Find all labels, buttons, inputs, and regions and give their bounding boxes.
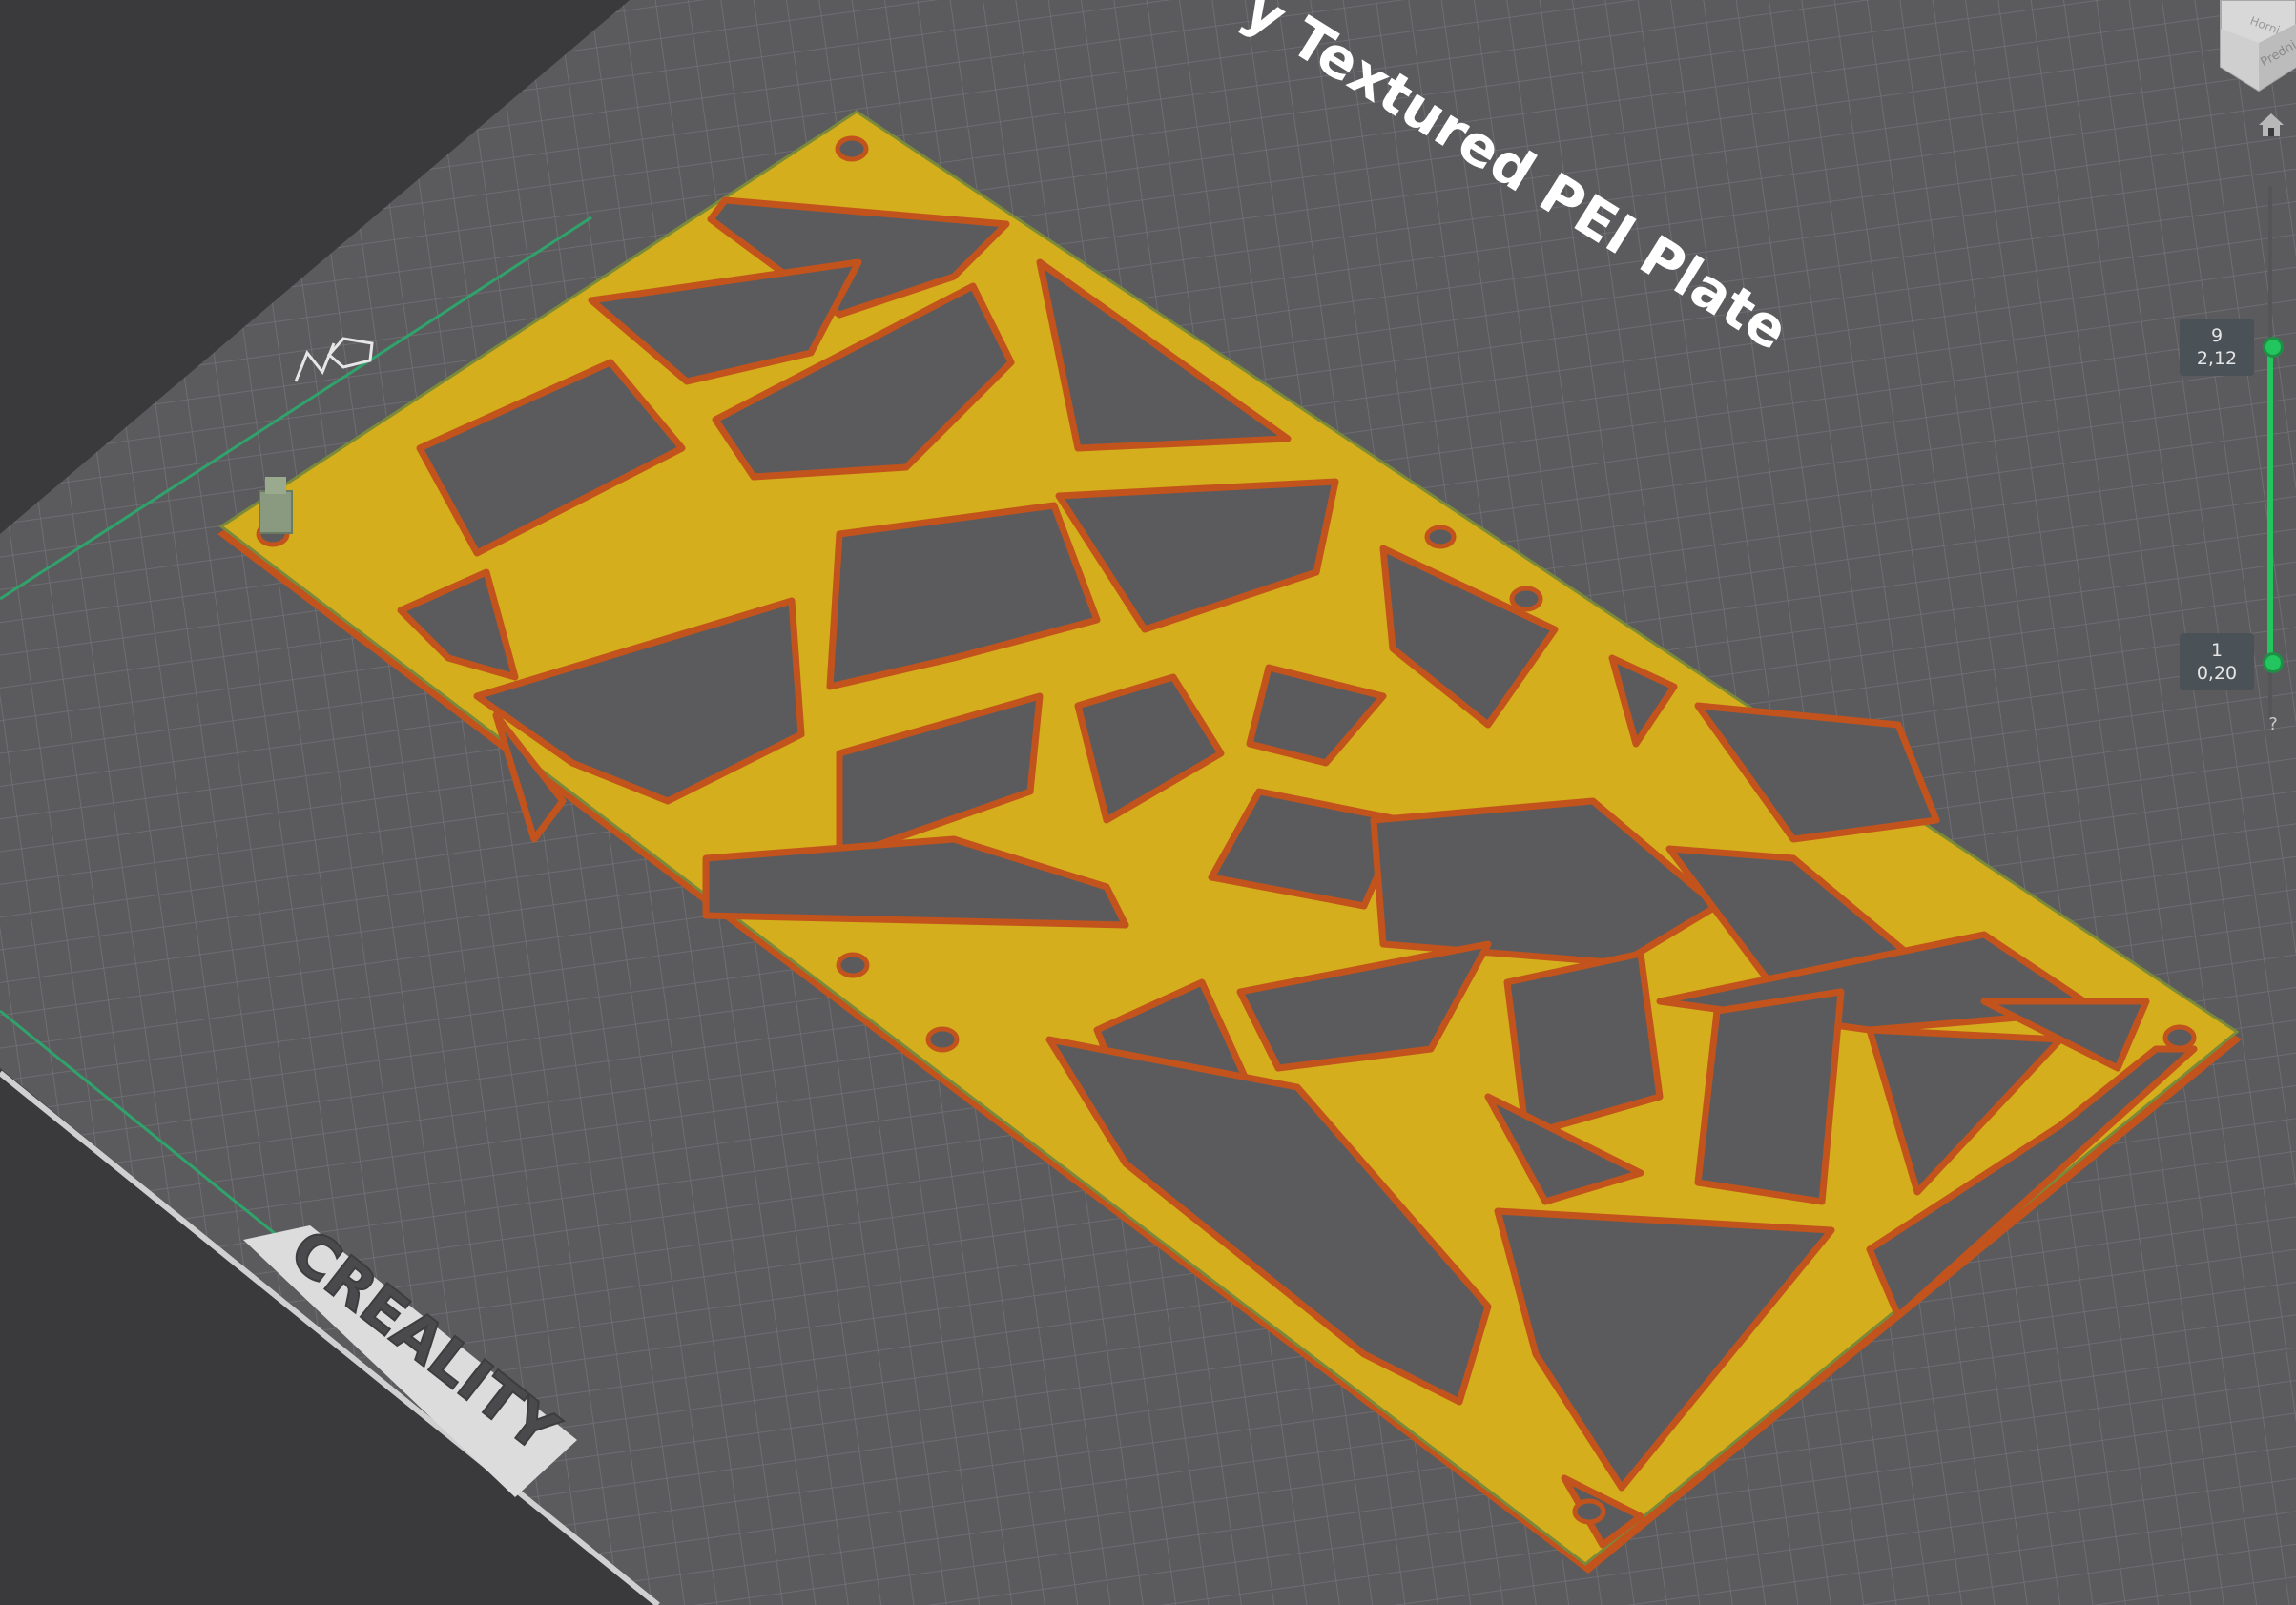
- view-cube[interactable]: Predni Horni: [2211, 0, 2296, 93]
- slider-range: [2267, 348, 2273, 665]
- home-icon[interactable]: [2257, 111, 2286, 139]
- bottom-layer-number: 1: [2210, 640, 2224, 661]
- top-layer-label: 9 2,12: [2180, 319, 2254, 376]
- bottom-layer-height: 0,20: [2196, 663, 2238, 684]
- help-icon[interactable]: ?: [2265, 714, 2282, 737]
- top-layer-height: 2,12: [2196, 348, 2238, 369]
- slider-handle-top[interactable]: [2263, 337, 2284, 358]
- 3d-viewport[interactable]: y Textured PEI Plate CREALITY: [0, 0, 2296, 1605]
- top-layer-number: 9: [2210, 325, 2224, 346]
- slider-handle-bottom[interactable]: [2263, 652, 2284, 673]
- bottom-layer-label: 1 0,20: [2180, 633, 2254, 690]
- layer-slider[interactable]: [2266, 186, 2274, 720]
